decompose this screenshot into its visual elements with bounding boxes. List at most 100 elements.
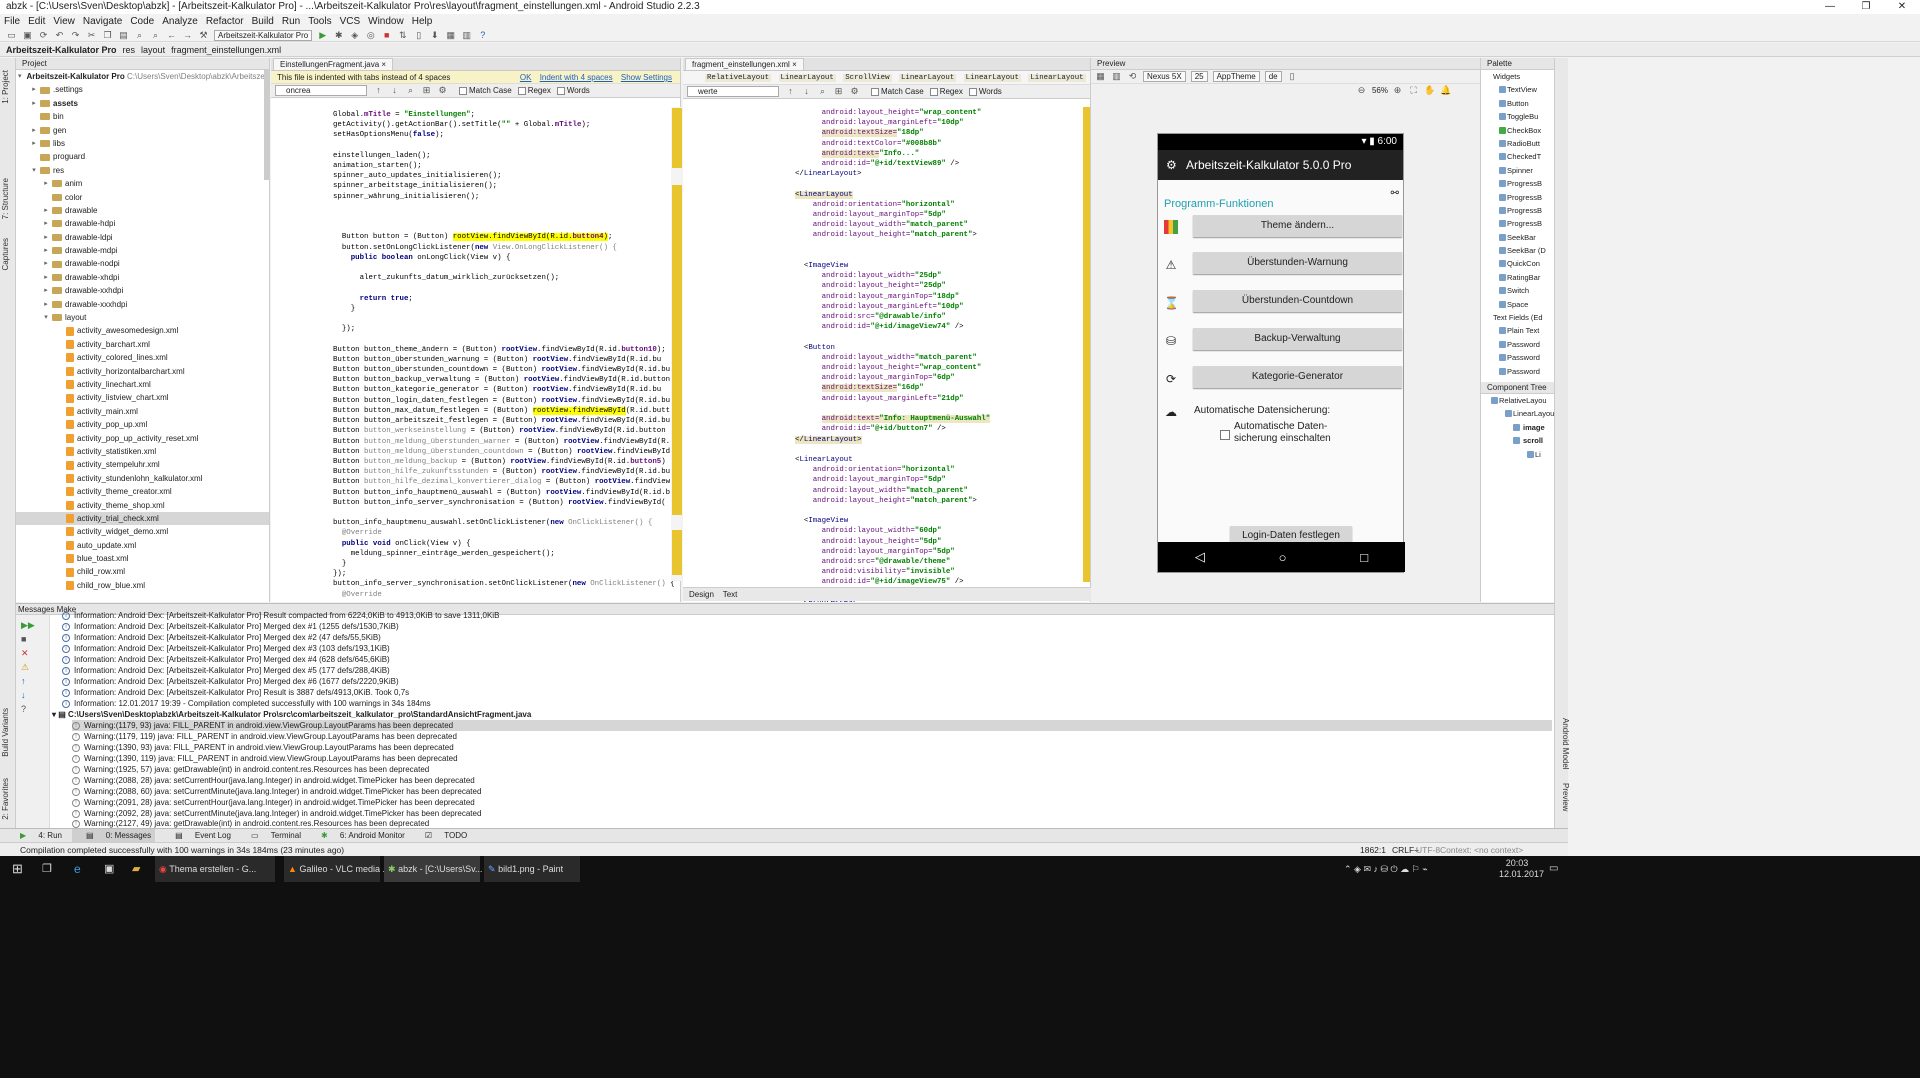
find-icon[interactable]: ⌕ [134, 30, 145, 40]
nav-res[interactable]: res [123, 43, 136, 57]
tree-file[interactable]: activity_theme_creator.xml [16, 485, 269, 498]
tree-item[interactable]: ▸ drawable-xxhdpi [16, 284, 269, 297]
cursor-position[interactable]: 1862:1 [1360, 843, 1386, 857]
tab-text[interactable]: Text [723, 590, 738, 599]
sync-icon[interactable]: ⟳ [38, 30, 49, 40]
menu-analyze[interactable]: Analyze [162, 14, 198, 29]
palette-item[interactable]: ProgressB [1481, 177, 1554, 190]
tree-file[interactable]: activity_colored_lines.xml [16, 351, 269, 364]
down-icon[interactable]: ↓ [16, 688, 49, 702]
palette-item[interactable]: QuickCon [1481, 257, 1554, 270]
warning-line[interactable]: ! Warning:(1390, 119) java: FILL_PARENT i… [72, 753, 458, 764]
replace-icon[interactable]: ⌕ [150, 30, 161, 40]
back-icon[interactable]: ← [166, 30, 177, 40]
filter-icon[interactable]: ⚙ [437, 86, 448, 95]
help-icon[interactable]: ? [16, 702, 49, 716]
crumb-relative[interactable]: RelativeLayout [705, 74, 772, 82]
menu-run[interactable]: Run [282, 14, 300, 29]
run-config-dropdown[interactable]: Arbeitszeit-Kalkulator Pro [214, 29, 313, 41]
palette-item[interactable]: ProgressB [1481, 204, 1554, 217]
tab-project[interactable]: 1: Project [1, 70, 15, 104]
tree-file[interactable]: activity_horizontalbarchart.xml [16, 365, 269, 378]
taskbar-item-active[interactable]: ✱ abzk - [C:\Users\Sv... [384, 856, 482, 882]
menu-vcs[interactable]: VCS [340, 14, 361, 29]
crumb-linear[interactable]: LinearLayout [1028, 74, 1086, 82]
menu-help[interactable]: Help [412, 14, 433, 29]
taskbar-item[interactable]: ▲ Galileo - VLC media ... [284, 856, 390, 882]
debug-icon[interactable]: ✱ [333, 30, 344, 40]
tree-root[interactable]: ▾ Arbeitszeit-Kalkulator Pro C:\Users\Sve… [16, 70, 269, 83]
sdk-manager-icon[interactable]: ⬇ [429, 30, 440, 40]
minimize-button[interactable]: — [1812, 0, 1848, 14]
api-dropdown[interactable]: 25 [1190, 71, 1208, 82]
make-icon[interactable]: ⚒ [198, 30, 209, 40]
palette-item[interactable]: SeekBar (D [1481, 244, 1554, 257]
menu-tools[interactable]: Tools [308, 14, 331, 29]
sync-gradle-icon[interactable]: ⇅ [397, 30, 408, 40]
tab-captures[interactable]: Captures [1, 238, 15, 270]
zoom-out-icon[interactable]: ⊖ [1356, 85, 1367, 95]
notice-ok-link[interactable]: OK [520, 73, 532, 82]
xml-marker-bar[interactable] [1083, 107, 1090, 582]
warning-filter-icon[interactable]: ⚠ [16, 660, 49, 674]
overflow-icon[interactable]: ⚯ [1391, 188, 1399, 199]
menu-view[interactable]: View [53, 14, 75, 29]
palette-group-text-fields[interactable]: Text Fields (Ed [1481, 311, 1554, 324]
overtime-countdown-button[interactable]: Überstunden-Countdown [1193, 290, 1402, 312]
tree-item[interactable]: ▸ drawable-xxxhdpi [16, 298, 269, 311]
attach-icon[interactable]: ◎ [365, 30, 376, 40]
tab-preview[interactable]: Preview [1556, 783, 1570, 811]
palette-item[interactable]: CheckBox [1481, 124, 1554, 137]
tree-file[interactable]: blue_toast.xml [16, 552, 269, 565]
words-checkbox[interactable] [556, 86, 565, 95]
coverage-icon[interactable]: ◈ [349, 30, 360, 40]
palette-item[interactable]: Password [1481, 365, 1554, 378]
tree-item[interactable]: ▸ .settings [16, 83, 269, 96]
menu-edit[interactable]: Edit [28, 14, 45, 29]
rerun-icon[interactable]: ▶▶ [16, 615, 49, 632]
tab-design[interactable]: Design [689, 590, 714, 599]
warning-line[interactable]: ! Warning:(2091, 28) java: setCurrentHour… [72, 797, 475, 808]
palette-item[interactable]: Space [1481, 298, 1554, 311]
clock[interactable]: 20:03 12.01.2017 [1495, 856, 1544, 882]
tab-android-model[interactable]: Android Model [1556, 718, 1570, 770]
undo-icon[interactable]: ↶ [54, 30, 65, 40]
tree-file[interactable]: activity_main.xml [16, 405, 269, 418]
notice-indent-link[interactable]: Indent with 4 spaces [540, 73, 613, 82]
tree-file[interactable]: activity_listview_chart.xml [16, 391, 269, 404]
palette-item[interactable]: ToggleBu [1481, 110, 1554, 123]
tab-structure[interactable]: 7: Structure [1, 178, 15, 219]
component-node[interactable]: scroll [1481, 434, 1554, 447]
tree-item[interactable]: ▸ drawable-hdpi [16, 217, 269, 230]
pan-icon[interactable]: ✋ [1424, 85, 1435, 95]
line-separator[interactable]: CRLF÷ [1392, 843, 1419, 857]
find-all-icon[interactable]: ⌕ [817, 87, 828, 96]
menu-window[interactable]: Window [368, 14, 404, 29]
tree-file[interactable]: auto_update.xml [16, 539, 269, 552]
redo-icon[interactable]: ↷ [70, 30, 81, 40]
auto-backup-checkbox[interactable] [1220, 430, 1230, 440]
palette-item[interactable]: RadioButt [1481, 137, 1554, 150]
tree-file[interactable]: activity_stempeluhr.xml [16, 458, 269, 471]
message-line[interactable]: i Information: Android Dex: [Arbeitszeit-… [62, 676, 399, 687]
file-encoding[interactable]: UTF-8 [1416, 843, 1440, 857]
tray-icons[interactable]: ⌃ ◈ ✉ ♪ ⛁ ⏻ ☁ ⚐ ⌁ [1340, 856, 1428, 882]
select-all-icon[interactable]: ⊞ [421, 86, 432, 95]
bell-icon[interactable]: 🔔 [1440, 85, 1451, 95]
component-node[interactable]: RelativeLayou [1481, 394, 1554, 407]
back-nav-icon[interactable]: ◁ [1195, 549, 1205, 565]
edge-icon[interactable]: e [70, 856, 81, 882]
orientation-icon[interactable]: ⟲ [1127, 72, 1138, 81]
select-all-icon[interactable]: ⊞ [833, 87, 844, 96]
warning-line-selected[interactable]: ! Warning:(1179, 93) java: FILL_PARENT in… [72, 720, 1552, 731]
palette-item[interactable]: ProgressB [1481, 191, 1554, 204]
match-case-checkbox[interactable] [459, 86, 467, 95]
tree-file[interactable]: activity_theme_shop.xml [16, 499, 269, 512]
message-line[interactable]: i Information: Android Dex: [Arbeitszeit-… [62, 621, 399, 632]
message-file-node[interactable]: ▾ ▤ C:\Users\Sven\Desktop\abzk\Arbeitsze… [52, 709, 531, 720]
prev-occurrence-icon[interactable]: ↑ [373, 86, 384, 95]
close-button[interactable]: ✕ [1884, 0, 1920, 14]
warning-line[interactable]: ! Warning:(1390, 93) java: FILL_PARENT in… [72, 742, 454, 753]
component-node[interactable]: Li [1481, 448, 1554, 461]
overtime-warning-button[interactable]: Überstunden-Warnung [1193, 252, 1402, 274]
